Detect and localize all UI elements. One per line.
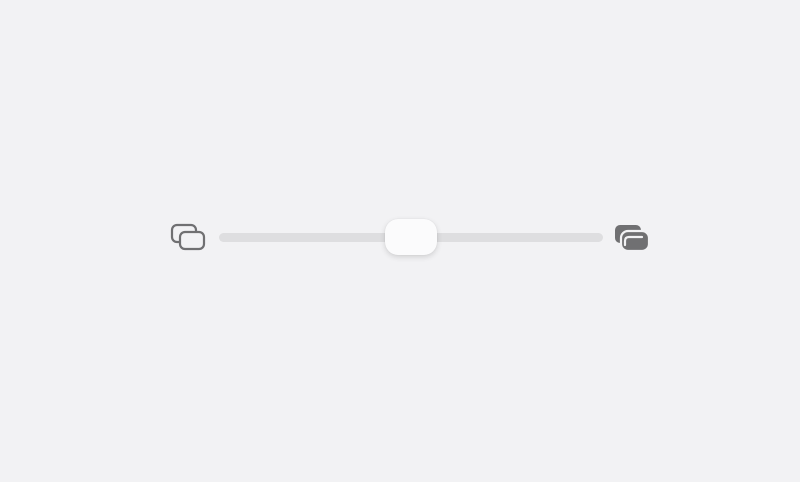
screen [0, 0, 800, 482]
overlapping-windows-outline-icon [170, 220, 208, 254]
overlapping-windows-filled-icon [613, 220, 651, 254]
slider-thumb[interactable] [385, 219, 437, 255]
size-slider[interactable] [170, 218, 652, 258]
slider-track[interactable] [219, 219, 603, 255]
